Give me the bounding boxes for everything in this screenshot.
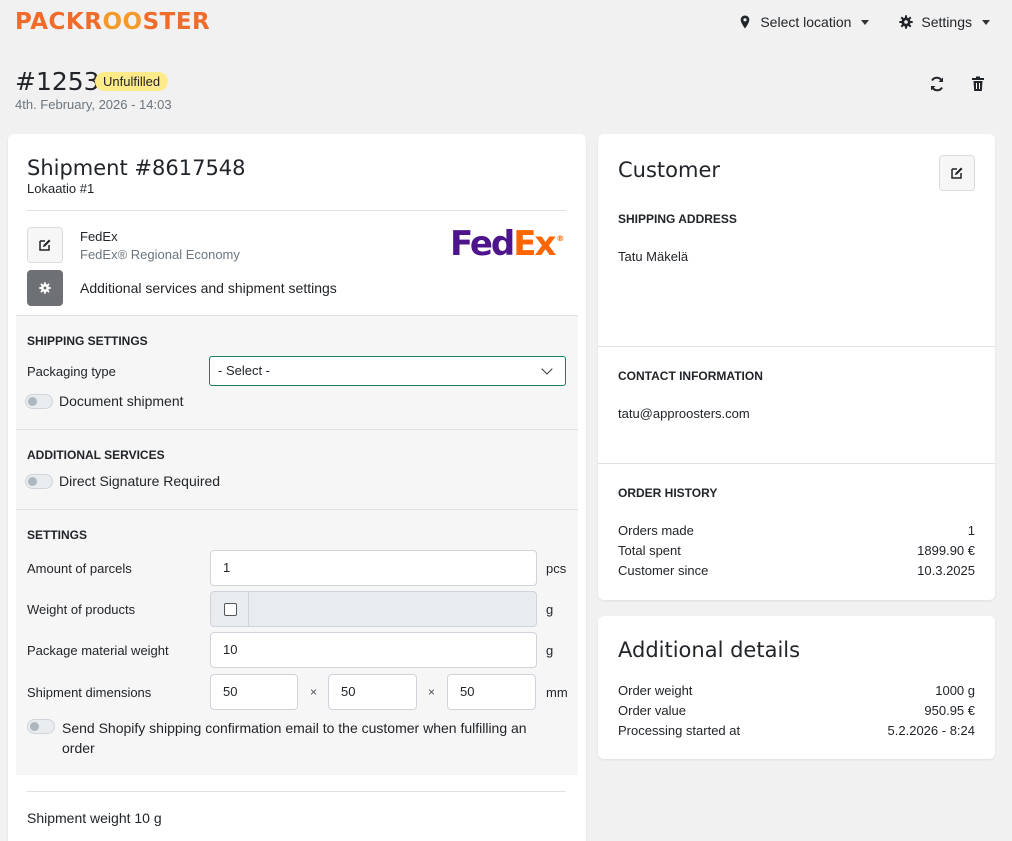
shipment-title: Shipment #8617548 xyxy=(27,156,246,180)
document-shipment-label: Document shipment xyxy=(59,393,184,409)
parcels-label: Amount of parcels xyxy=(27,561,132,576)
parcels-unit: pcs xyxy=(546,561,567,576)
list-item: Order value 950.95 € xyxy=(618,703,975,718)
direct-signature-label: Direct Signature Required xyxy=(59,473,221,489)
settings-title: SETTINGS xyxy=(27,528,88,542)
dimension-x-input[interactable]: 50 xyxy=(210,674,298,710)
list-item: Customer since 10.3.2025 xyxy=(618,563,975,578)
customer-email: tatu@approosters.com xyxy=(618,406,750,421)
dimensions-label: Shipment dimensions xyxy=(27,685,152,700)
customer-title: Customer xyxy=(618,158,721,182)
divider xyxy=(27,210,566,211)
additional-services-label: Additional services and shipment setting… xyxy=(80,280,337,296)
shipment-card: Shipment #8617548 Lokaatio #1 FedEx FedE… xyxy=(8,134,586,841)
order-history-title: ORDER HISTORY xyxy=(618,486,718,500)
weight-products-input[interactable] xyxy=(210,591,537,627)
edit-customer-button[interactable] xyxy=(939,155,975,191)
select-location-dropdown[interactable]: Select location xyxy=(738,14,870,30)
list-item: Total spent 1899.90 € xyxy=(618,543,975,558)
list-item: Orders made 1 xyxy=(618,523,975,538)
parcels-input[interactable]: 1 xyxy=(210,550,537,586)
fedex-logo: FedEx ® xyxy=(450,224,565,264)
shipment-weight: Shipment weight 10 g xyxy=(27,810,162,826)
status-badge: Unfulfilled xyxy=(95,72,169,91)
additional-services-title: ADDITIONAL SERVICES xyxy=(27,448,165,462)
carrier-name: FedEx xyxy=(80,229,118,244)
dimension-separator: × xyxy=(428,685,436,699)
dimension-y-input[interactable]: 50 xyxy=(328,674,417,710)
refresh-icon[interactable] xyxy=(928,75,946,93)
material-weight-label: Package material weight xyxy=(27,643,169,658)
gear-icon xyxy=(39,282,51,294)
additional-services-button[interactable] xyxy=(27,270,63,306)
carrier-service: FedEx® Regional Economy xyxy=(80,247,240,262)
map-marker-icon xyxy=(741,15,750,29)
send-email-toggle[interactable] xyxy=(27,719,55,734)
packaging-type-select[interactable]: - Select - xyxy=(209,356,566,386)
trash-icon[interactable] xyxy=(969,75,987,93)
dimension-separator: × xyxy=(310,685,318,699)
weight-products-unit: g xyxy=(546,602,554,617)
shipping-settings-title: SHIPPING SETTINGS xyxy=(27,334,148,348)
send-email-label: Send Shopify shipping confirmation email… xyxy=(62,720,527,756)
material-weight-unit: g xyxy=(546,643,554,658)
shipping-address-title: SHIPPING ADDRESS xyxy=(618,212,737,226)
additional-details-title: Additional details xyxy=(618,638,801,662)
list-item: Order weight 1000 g xyxy=(618,683,975,698)
dimension-z-input[interactable]: 50 xyxy=(447,674,536,710)
top-bar: PACKROOSTER Select location Settings xyxy=(0,0,1012,48)
settings-dropdown[interactable]: Settings xyxy=(899,14,990,30)
customer-card: Customer SHIPPING ADDRESS Tatu Mäkelä CO… xyxy=(598,134,995,600)
chevron-down-icon xyxy=(982,19,990,25)
packaging-type-label: Packaging type xyxy=(27,364,116,379)
gear-icon xyxy=(899,15,914,29)
edit-icon xyxy=(951,167,963,179)
customer-name: Tatu Mäkelä xyxy=(618,249,689,264)
document-shipment-toggle[interactable] xyxy=(25,394,53,409)
direct-signature-toggle[interactable] xyxy=(25,474,53,489)
edit-carrier-button[interactable] xyxy=(27,227,63,263)
settings-label: Settings xyxy=(921,14,972,30)
order-number: #1253 xyxy=(15,67,100,96)
material-weight-input[interactable]: 10 xyxy=(210,632,537,668)
shipment-location: Lokaatio #1 xyxy=(27,181,95,196)
chevron-down-icon xyxy=(861,19,870,25)
list-item: Processing started at 5.2.2026 - 8:24 xyxy=(618,723,975,738)
weight-products-checkbox[interactable] xyxy=(224,603,237,616)
dimension-unit: mm xyxy=(546,685,568,700)
select-location-label: Select location xyxy=(760,14,852,30)
additional-details-card: Additional details Order weight 1000 g Or… xyxy=(598,616,995,759)
packrooster-logo[interactable]: PACKROOSTER xyxy=(15,9,210,35)
chevron-down-icon xyxy=(541,363,553,375)
edit-icon xyxy=(39,239,51,251)
order-date: 4th. February, 2026 - 14:03 xyxy=(15,97,172,112)
contact-information-title: CONTACT INFORMATION xyxy=(618,369,763,383)
weight-products-label: Weight of products xyxy=(27,602,136,617)
